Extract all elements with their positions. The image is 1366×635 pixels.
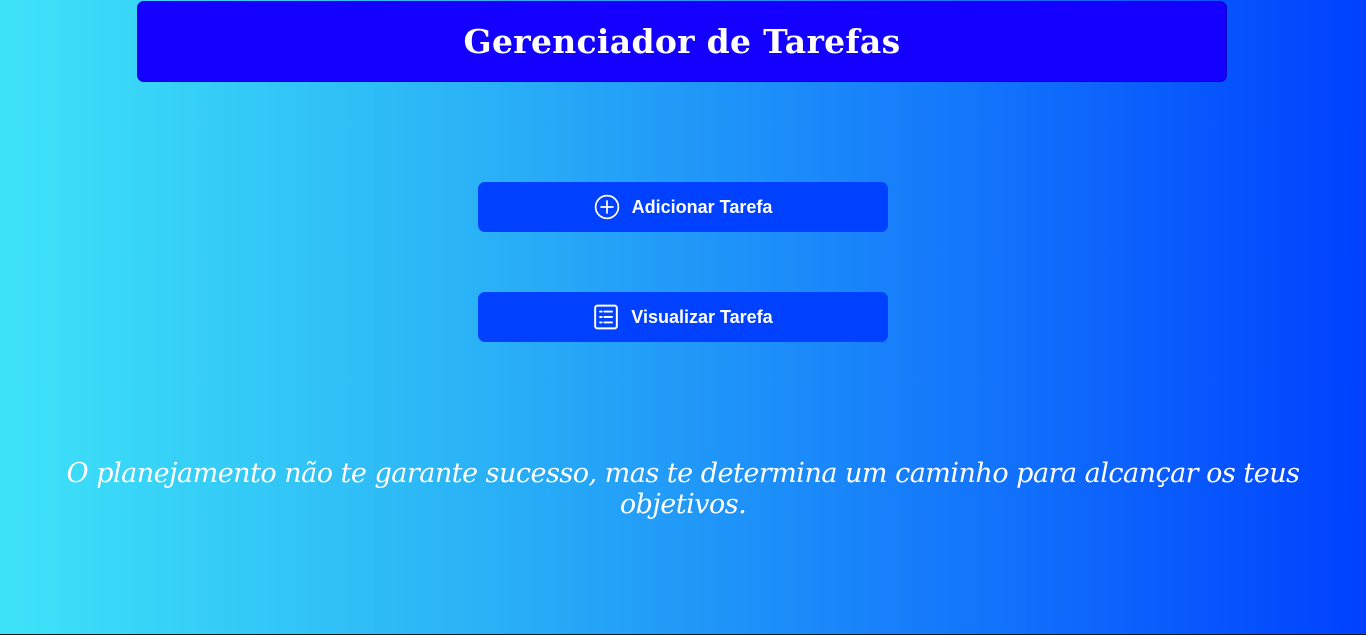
plus-circle-icon bbox=[594, 194, 620, 220]
add-task-label: Adicionar Tarefa bbox=[631, 196, 773, 217]
view-tasks-label: Visualizar Tarefa bbox=[631, 306, 773, 327]
add-task-button[interactable]: Adicionar Tarefa bbox=[478, 182, 888, 232]
app-header: Gerenciador de Tarefas bbox=[137, 1, 1227, 82]
list-icon bbox=[593, 304, 619, 330]
view-tasks-button[interactable]: Visualizar Tarefa bbox=[478, 292, 888, 342]
motivational-quote: O planejamento não te garante sucesso, m… bbox=[66, 458, 1300, 520]
page-title: Gerenciador de Tarefas bbox=[463, 22, 901, 61]
